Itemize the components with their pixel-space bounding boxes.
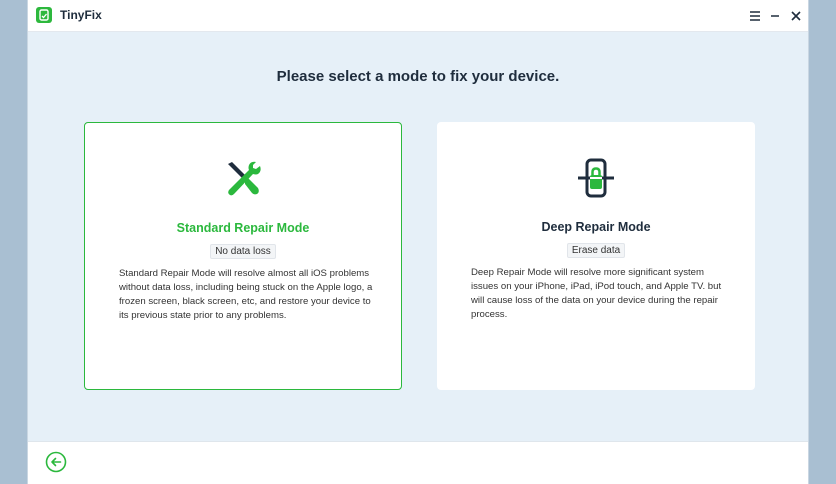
title-bar: TinyFix <box>28 0 808 32</box>
page-heading: Please select a mode to fix your device. <box>276 68 560 85</box>
erase-data-badge: Erase data <box>566 243 626 258</box>
back-arrow-icon[interactable] <box>45 451 67 473</box>
menu-icon[interactable] <box>746 7 764 25</box>
phone-scan-icon <box>573 155 619 201</box>
close-icon[interactable] <box>787 7 805 25</box>
footer-bar <box>28 441 808 484</box>
app-window: TinyFix Please select a mode to fix your… <box>27 0 809 484</box>
no-data-loss-badge: No data loss <box>210 244 276 259</box>
app-title: TinyFix <box>60 8 102 22</box>
deep-repair-title: Deep Repair Mode <box>541 220 651 234</box>
deep-repair-description: Deep Repair Mode will resolve more signi… <box>471 267 722 320</box>
minimize-icon[interactable] <box>766 7 784 25</box>
standard-repair-title: Standard Repair Mode <box>176 221 310 235</box>
standard-repair-mode-card[interactable]: Standard Repair Mode No data loss Standa… <box>84 122 402 390</box>
deep-repair-mode-card[interactable]: Deep Repair Mode Erase data Deep Repair … <box>437 122 755 390</box>
tools-icon <box>220 156 266 202</box>
standard-repair-description: Standard Repair Mode will resolve almost… <box>119 268 373 321</box>
app-logo-icon <box>36 7 52 23</box>
